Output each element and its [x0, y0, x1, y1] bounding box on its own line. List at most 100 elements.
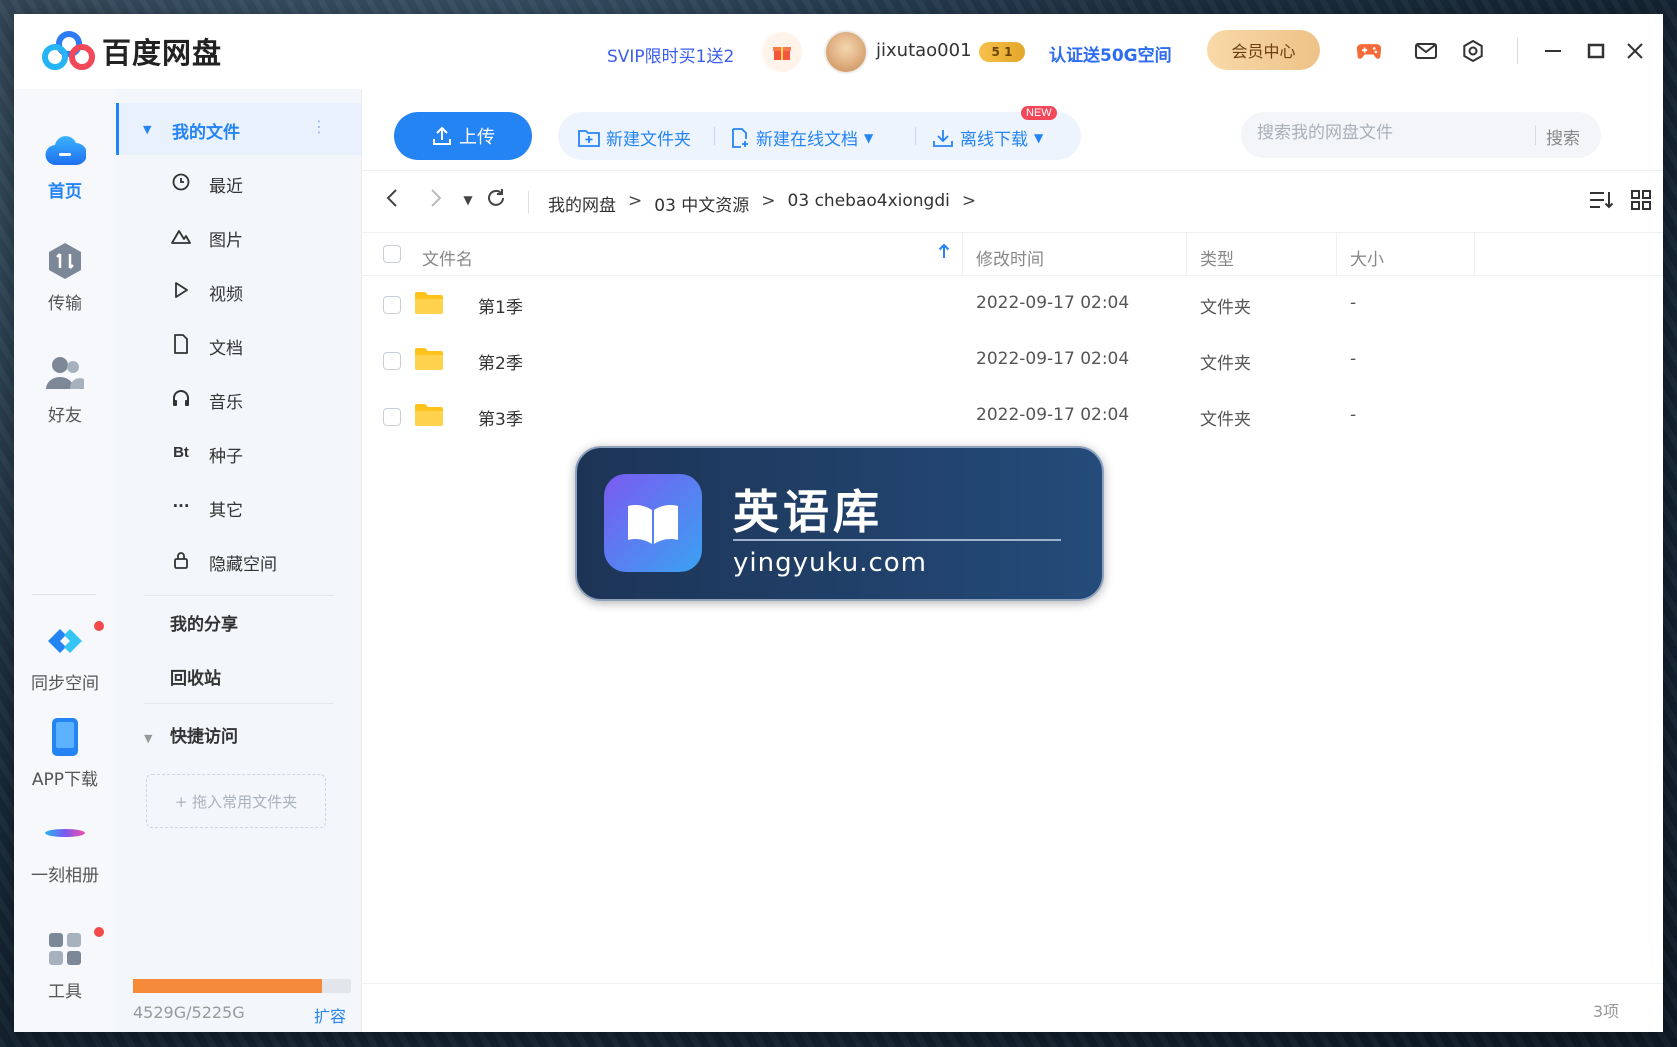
search-input[interactable] — [1257, 123, 1517, 143]
expand-storage-link[interactable]: 扩容 — [314, 1003, 346, 1027]
column-divider[interactable] — [1474, 233, 1475, 277]
row-checkbox[interactable] — [383, 408, 401, 426]
file-type: 文件夹 — [1200, 354, 1251, 374]
caret-down-icon[interactable]: ▼ — [143, 123, 151, 136]
back-icon[interactable] — [378, 187, 406, 215]
nav-moment-album[interactable]: 一刻相册 — [14, 811, 116, 886]
vip-level-badge[interactable]: 5 1 — [979, 42, 1025, 62]
nav-sync-space[interactable]: 同步空间 — [14, 619, 116, 694]
column-divider[interactable] — [962, 233, 963, 277]
status-bar: 3项 — [362, 983, 1663, 1032]
new-online-doc-button[interactable]: 新建在线文档 ▼ — [730, 125, 873, 150]
sidebar-item-label: 文档 — [209, 339, 243, 359]
table-row[interactable]: 第3季 2022-09-17 02:04 文件夹 - — [362, 389, 1663, 445]
table-row[interactable]: 第1季 2022-09-17 02:04 文件夹 - — [362, 277, 1663, 333]
sidebar-item-images[interactable]: 图片 — [116, 213, 361, 261]
offline-download-button[interactable]: 离线下载 ▼ — [932, 125, 1043, 150]
nav-friends[interactable]: 好友 — [14, 351, 116, 426]
gift-icon[interactable] — [762, 32, 802, 72]
sort-ascending-icon[interactable] — [938, 243, 950, 263]
maximize-icon[interactable] — [1583, 38, 1609, 64]
refresh-icon[interactable] — [482, 187, 510, 215]
album-icon — [43, 811, 87, 855]
grid-view-icon[interactable] — [1630, 189, 1652, 217]
sidebar-item-hidden-space[interactable]: 隐藏空间 — [116, 537, 361, 585]
nav-home[interactable]: 首页 — [14, 127, 116, 202]
column-header-modified[interactable]: 修改时间 — [976, 245, 1044, 270]
tools-icon — [43, 927, 87, 971]
minimize-icon[interactable] — [1540, 38, 1566, 64]
new-doc-icon — [732, 127, 748, 148]
nav-app-download[interactable]: APP下载 — [14, 715, 116, 790]
file-modified: 2022-09-17 02:04 — [976, 405, 1130, 425]
sidebar-item-label: 隐藏空间 — [209, 555, 277, 575]
app-logo[interactable]: 百度网盘 — [42, 30, 222, 72]
upload-button[interactable]: 上传 — [394, 112, 532, 160]
sidebar-quick-access[interactable]: 快捷访问 — [170, 722, 238, 747]
breadcrumb-item[interactable]: 03 chebao4xiongdi — [788, 191, 950, 216]
select-all-checkbox[interactable] — [383, 245, 401, 263]
row-checkbox[interactable] — [383, 296, 401, 314]
game-controller-icon[interactable] — [1356, 38, 1382, 64]
breadcrumb-item[interactable]: 我的网盘 — [548, 191, 616, 216]
breadcrumb-separator[interactable]: > — [962, 191, 976, 216]
new-folder-label: 新建文件夹 — [606, 130, 691, 150]
app-title: 百度网盘 — [102, 36, 223, 70]
column-divider[interactable] — [1336, 233, 1337, 277]
titlebar-divider — [1517, 38, 1518, 64]
toolbar-divider — [915, 127, 916, 145]
member-center-button[interactable]: 会员中心 — [1207, 30, 1320, 70]
forward-icon[interactable] — [422, 187, 450, 215]
mail-icon[interactable] — [1413, 38, 1439, 64]
more-vertical-icon[interactable]: ⋮ — [311, 117, 327, 136]
sidebar-item-documents[interactable]: 文档 — [116, 321, 361, 369]
sidebar-item-my-share[interactable]: 我的分享 — [170, 610, 238, 635]
sort-list-icon[interactable] — [1588, 189, 1614, 217]
sidebar-item-others[interactable]: ··· 其它 — [116, 483, 361, 531]
sidebar-my-files-label: 我的文件 — [172, 123, 240, 143]
nav-transfer[interactable]: 传输 — [14, 239, 116, 314]
column-header-size[interactable]: 大小 — [1350, 245, 1384, 270]
settings-gear-icon[interactable] — [1460, 38, 1486, 64]
svip-promo-link[interactable]: SVIP限时买1送2 — [607, 42, 734, 67]
sidebar-my-files[interactable]: ▼ 我的文件 ⋮ — [116, 103, 361, 155]
column-header-type[interactable]: 类型 — [1200, 245, 1234, 270]
sidebar-item-recycle-bin[interactable]: 回收站 — [170, 664, 221, 689]
avatar[interactable] — [824, 30, 868, 74]
table-row[interactable]: 第2季 2022-09-17 02:04 文件夹 - — [362, 333, 1663, 389]
sidebar-item-recent[interactable]: 最近 — [116, 159, 361, 207]
file-name[interactable]: 第1季 — [478, 293, 523, 318]
sidebar-item-videos[interactable]: 视频 — [116, 267, 361, 315]
breadcrumb-item[interactable]: 03 中文资源 — [654, 191, 749, 216]
history-dropdown-icon[interactable]: ▼ — [454, 193, 482, 207]
file-size: - — [1350, 349, 1357, 369]
username[interactable]: jixutao001 — [876, 40, 972, 61]
folder-icon — [415, 292, 443, 314]
bt-icon: Bt — [173, 443, 189, 461]
close-icon[interactable] — [1622, 38, 1648, 64]
sidebar-item-label: 图片 — [209, 231, 243, 251]
friends-icon — [43, 351, 87, 395]
column-divider[interactable] — [1186, 233, 1187, 277]
sidebar-item-torrents[interactable]: Bt 种子 — [116, 429, 361, 477]
new-badge: NEW — [1021, 106, 1057, 120]
cert-promo-link[interactable]: 认证送50G空间 — [1049, 41, 1172, 66]
file-name[interactable]: 第2季 — [478, 349, 523, 374]
column-header-name[interactable]: 文件名 — [422, 245, 473, 270]
dropdown-arrow-icon[interactable]: ▼ — [1034, 131, 1043, 145]
sidebar-item-music[interactable]: 音乐 — [116, 375, 361, 423]
dropdown-arrow-icon[interactable]: ▼ — [864, 131, 873, 145]
quick-access-drop-zone[interactable]: + 拖入常用文件夹 — [146, 774, 326, 828]
nav-tools-label: 工具 — [48, 982, 82, 1002]
storage-usage-text: 4529G/5225G — [133, 1003, 245, 1022]
row-checkbox[interactable] — [383, 352, 401, 370]
file-name[interactable]: 第3季 — [478, 405, 523, 430]
caret-down-icon[interactable]: ▼ — [144, 732, 152, 745]
new-folder-button[interactable]: 新建文件夹 — [578, 125, 691, 150]
nav-tools[interactable]: 工具 — [14, 927, 116, 1002]
toolbar-group: 新建文件夹 新建在线文档 ▼ NEW 离线下载 ▼ — [558, 106, 1081, 160]
search-button[interactable]: 搜索 — [1546, 124, 1580, 149]
headphones-icon — [170, 387, 192, 409]
new-folder-icon — [578, 129, 600, 147]
mountain-icon — [170, 225, 192, 247]
